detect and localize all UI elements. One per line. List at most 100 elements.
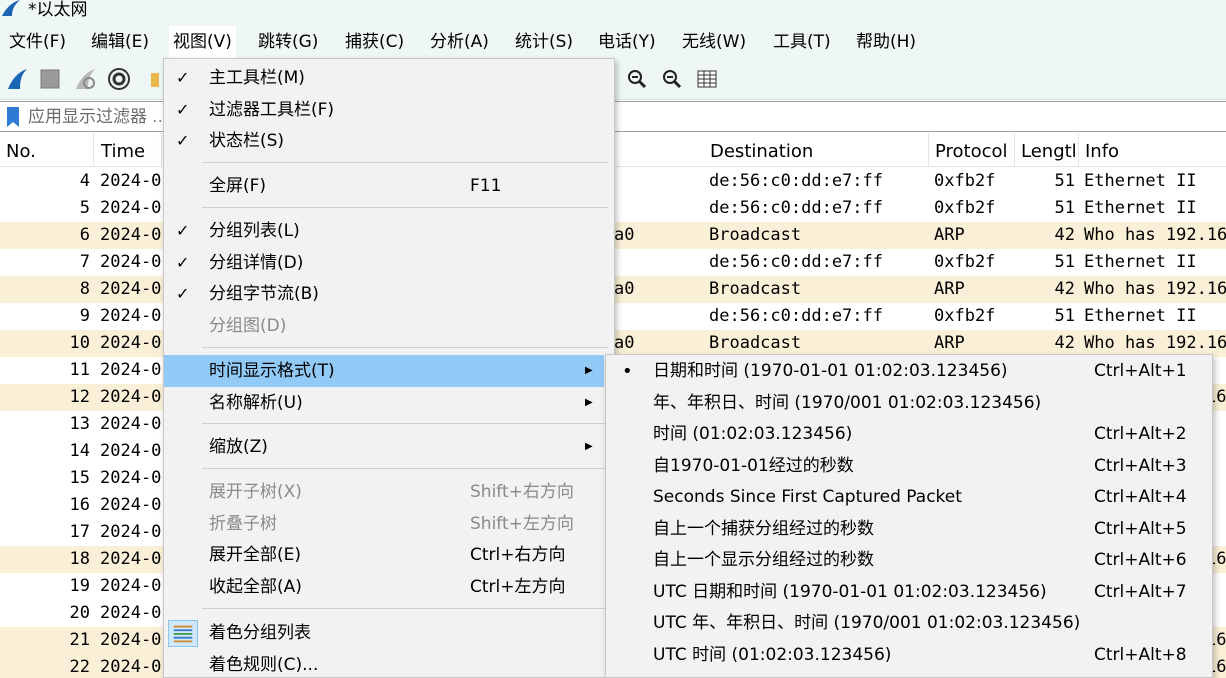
menu-item-name-resolution[interactable]: 名称解析(U) ▶ [164, 387, 614, 419]
menu-edit[interactable]: 编辑(E) [87, 26, 153, 58]
submenu-arrow-icon: ▶ [585, 397, 593, 408]
shortcut-label: F11 [470, 176, 502, 196]
cell-source: a0 [614, 279, 635, 299]
cell-protocol: 0xfb2f [934, 171, 996, 191]
menu-wireless[interactable]: 无线(W) [678, 26, 750, 58]
check-icon: ✓ [176, 221, 190, 240]
zoom-in-icon[interactable] [624, 66, 650, 92]
menu-item-status-bar[interactable]: ✓ 状态栏(S) [164, 125, 614, 157]
submenu-arrow-icon: ▶ [585, 441, 593, 452]
menu-item-zoom[interactable]: 缩放(Z) ▶ [164, 431, 614, 463]
restart-capture-icon[interactable] [72, 66, 98, 92]
menu-item-collapse-all[interactable]: 收起全部(A) Ctrl+左方向 [164, 571, 614, 603]
time-format-time-of-day[interactable]: 时间 (01:02:03.123456) Ctrl+Alt+2 [606, 419, 1212, 450]
cell-length: 51 [1054, 171, 1075, 191]
cell-time: 2024-0 [100, 279, 162, 299]
shortcut-label: Ctrl+右方向 [470, 545, 566, 565]
menu-separator [202, 207, 608, 208]
menu-tools[interactable]: 工具(T) [769, 26, 835, 58]
time-format-since-first-packet[interactable]: Seconds Since First Captured Packet Ctrl… [606, 482, 1212, 513]
time-format-seconds-since-epoch[interactable]: 自1970-01-01经过的秒数 Ctrl+Alt+3 [606, 451, 1212, 482]
menu-view[interactable]: 视图(V) [169, 26, 236, 58]
menu-item-fullscreen[interactable]: 全屏(F) F11 [164, 170, 614, 202]
menu-separator [202, 347, 608, 348]
cell-destination: Broadcast [709, 225, 802, 245]
menu-item-packet-bytes[interactable]: ✓ 分组字节流(B) [164, 278, 614, 310]
menu-separator [202, 468, 608, 469]
column-header-no[interactable]: No. [0, 133, 94, 167]
cell-no: 9 [79, 306, 90, 326]
cell-destination: de:56:c0:dd:e7:ff [709, 171, 883, 191]
view-menu: ✓ 主工具栏(M) ✓ 过滤器工具栏(F) ✓ 状态栏(S) 全屏(F) F11… [163, 58, 615, 678]
menu-item-coloring-rules[interactable]: 着色规则(C)... [164, 649, 614, 678]
zoom-out-icon[interactable] [659, 66, 685, 92]
time-format-utc-year-doy-time[interactable]: UTC 年、年积日、时间 (1970/001 01:02:03.123456) [606, 608, 1212, 639]
shortcut-label: Ctrl+Alt+8 [1094, 645, 1187, 665]
cell-time: 2024-0 [100, 414, 162, 434]
menu-separator [202, 608, 608, 609]
cell-destination: de:56:c0:dd:e7:ff [709, 306, 883, 326]
capture-options-icon[interactable] [106, 66, 132, 92]
menu-item-expand-subtrees: 展开子树(X) Shift+右方向 [164, 476, 614, 508]
cell-protocol: ARP [934, 225, 965, 245]
open-file-icon[interactable] [146, 66, 160, 92]
window-title: *以太网 [28, 0, 88, 20]
menu-item-packet-list[interactable]: ✓ 分组列表(L) [164, 215, 614, 247]
time-format-year-doy-time[interactable]: 年、年积日、时间 (1970/001 01:02:03.123456) [606, 388, 1212, 419]
cell-time: 2024-0 [100, 198, 162, 218]
cell-info: Ethernet II [1084, 171, 1197, 191]
column-header-protocol[interactable]: Protocol [929, 133, 1015, 167]
time-format-since-prev-captured[interactable]: 自上一个捕获分组经过的秒数 Ctrl+Alt+5 [606, 514, 1212, 545]
cell-no: 17 [69, 522, 90, 542]
shortcut-label: Shift+右方向 [470, 482, 574, 502]
cell-no: 8 [79, 279, 90, 299]
time-format-utc-time[interactable]: UTC 时间 (01:02:03.123456) Ctrl+Alt+8 [606, 640, 1212, 671]
menu-analyze[interactable]: 分析(A) [426, 26, 493, 58]
resize-columns-icon[interactable] [694, 66, 720, 92]
time-format-since-prev-displayed[interactable]: 自上一个显示分组经过的秒数 Ctrl+Alt+6 [606, 545, 1212, 576]
cell-no: 19 [69, 576, 90, 596]
menu-go[interactable]: 跳转(G) [254, 26, 322, 58]
cell-source: a0 [614, 333, 635, 353]
menu-separator [202, 162, 608, 163]
cell-time: 2024-0 [100, 468, 162, 488]
cell-length: 42 [1054, 333, 1075, 353]
menu-telephony[interactable]: 电话(Y) [594, 26, 660, 58]
bookmark-icon[interactable] [2, 105, 24, 129]
time-format-date-time[interactable]: • 日期和时间 (1970-01-01 01:02:03.123456) Ctr… [606, 356, 1212, 387]
cell-time: 2024-0 [100, 630, 162, 650]
check-icon: ✓ [176, 284, 190, 303]
time-format-submenu: • 日期和时间 (1970-01-01 01:02:03.123456) Ctr… [605, 354, 1213, 678]
menu-statistics[interactable]: 统计(S) [511, 26, 577, 58]
menu-capture[interactable]: 捕获(C) [341, 26, 408, 58]
menu-item-time-display-format[interactable]: 时间显示格式(T) ▶ [164, 355, 604, 387]
check-icon: ✓ [176, 100, 190, 119]
shortcut-label: Ctrl+Alt+5 [1094, 519, 1187, 539]
cell-length: 51 [1054, 306, 1075, 326]
cell-time: 2024-0 [100, 441, 162, 461]
menu-item-packet-diagram: 分组图(D) [209, 316, 287, 336]
cell-protocol: 0xfb2f [934, 198, 996, 218]
cell-info: Who has 192.16 [1084, 225, 1226, 245]
menu-item-colorize-packet-list[interactable]: 着色分组列表 [164, 617, 614, 649]
menu-item-packet-details[interactable]: ✓ 分组详情(D) [164, 247, 614, 279]
menu-item-expand-all[interactable]: 展开全部(E) Ctrl+右方向 [164, 539, 614, 571]
cell-time: 2024-0 [100, 495, 162, 515]
cell-length: 51 [1054, 252, 1075, 272]
start-capture-icon[interactable] [4, 66, 30, 92]
column-header-info[interactable]: Info [1079, 133, 1226, 167]
menu-help[interactable]: 帮助(H) [852, 26, 920, 58]
menu-item-main-toolbar[interactable]: ✓ 主工具栏(M) [164, 62, 614, 94]
check-icon: ✓ [176, 253, 190, 272]
check-icon: ✓ [176, 131, 190, 150]
cell-length: 42 [1054, 225, 1075, 245]
menu-file[interactable]: 文件(F) [5, 26, 70, 58]
column-header-length[interactable]: Lengtl [1015, 133, 1079, 167]
cell-protocol: 0xfb2f [934, 252, 996, 272]
column-header-time[interactable]: Time [95, 133, 162, 167]
column-header-destination[interactable]: Destination [704, 133, 929, 167]
time-format-utc-date-time[interactable]: UTC 日期和时间 (1970-01-01 01:02:03.123456) C… [606, 577, 1212, 608]
menu-item-filter-toolbar[interactable]: ✓ 过滤器工具栏(F) [164, 94, 614, 126]
stop-capture-icon[interactable] [37, 66, 63, 92]
cell-no: 6 [79, 225, 90, 245]
